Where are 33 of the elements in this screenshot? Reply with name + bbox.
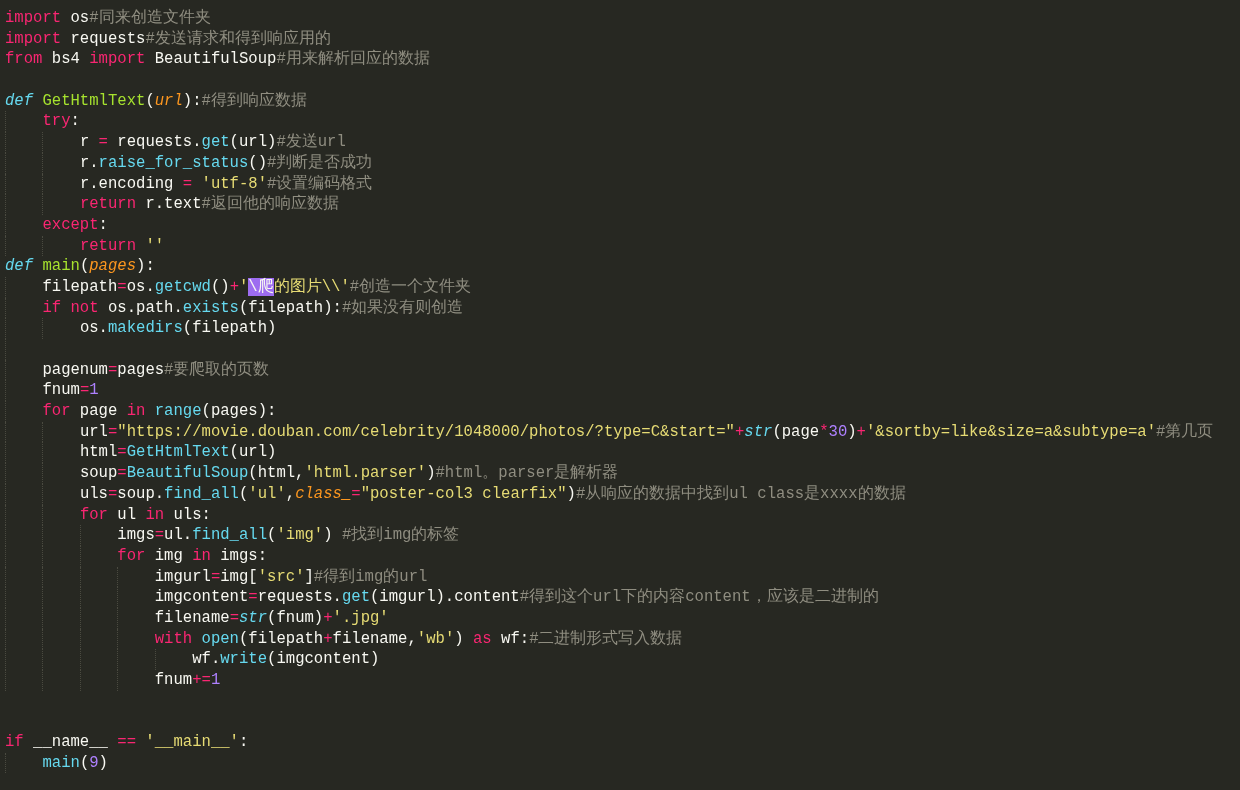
code-line: fnum+=1 (154, 670, 221, 691)
code-line: imgurl=img['src']#得到img的url (154, 566, 428, 588)
code-line: filepath=os.getcwd()+'\爬的图片\\'#创造一个文件夹 (42, 276, 472, 298)
code-line: soup=BeautifulSoup(html,'html.parser')#html。parser是解析器 (79, 463, 619, 484)
code-line: except: (42, 214, 108, 236)
code-line: return '' (79, 235, 165, 257)
code-line: wf.write(imgcontent) (192, 649, 380, 670)
code-line: if not os.path.exists(filepath):#如果没有则创造 (42, 297, 464, 319)
code-line: with open(filepath+filename,'wb') as wf:#二进制形式写入数据 (154, 628, 683, 650)
code-line: os.makedirs(filepath) (79, 318, 277, 339)
code-line: import os#同来创造文件夹 (5, 8, 211, 29)
code-line: imgcontent=requests.get(imgurl).content#得到这个url下的内容content，应该是二进制的 (154, 587, 879, 608)
code-line: main(9) (42, 752, 108, 774)
code-line: for page in range(pages): (42, 401, 277, 422)
code-line: filename=str(fnum)+'.jpg' (154, 607, 389, 629)
code-line: r = requests.get(url)#发送url (79, 132, 346, 153)
code-line: uls=soup.find_all('ul',class_="poster-col3 clearfix")#从响应的数据中找到ul class是xxxx的数据 (79, 483, 906, 505)
code-line: def GetHtmlText(url):#得到响应数据 (5, 90, 307, 112)
code-line: from bs4 import BeautifulSoup#用来解析回应的数据 (5, 49, 430, 71)
code-line: imgs=ul.find_all('img') #找到img的标签 (117, 525, 460, 546)
code-line: pagenum=pages#要爬取的页数 (42, 359, 270, 381)
code-line: r.encoding = 'utf-8'#设置编码格式 (79, 173, 373, 194)
code-line: return r.text#返回他的响应数据 (79, 194, 339, 215)
code-line: for img in imgs: (117, 545, 268, 567)
code-line: if __name__ == '__main__': (5, 732, 249, 753)
code-line: url="https://movie.douban.com/celebrity/1048000/photos/?type=C&start="+str(page*30)+'&sortby=like&size=a&subtype=a'#第几页 (79, 421, 1214, 443)
code-line: import requests#发送请求和得到响应用的 (5, 28, 331, 50)
code-line: r.raise_for_status()#判断是否成功 (79, 152, 373, 174)
code-line: try: (42, 111, 80, 133)
code-line: html=GetHtmlText(url) (79, 442, 277, 464)
code-line: def main(pages): (5, 256, 155, 277)
code-line: fnum=1 (42, 380, 99, 402)
code-line: for ul in uls: (79, 504, 211, 526)
